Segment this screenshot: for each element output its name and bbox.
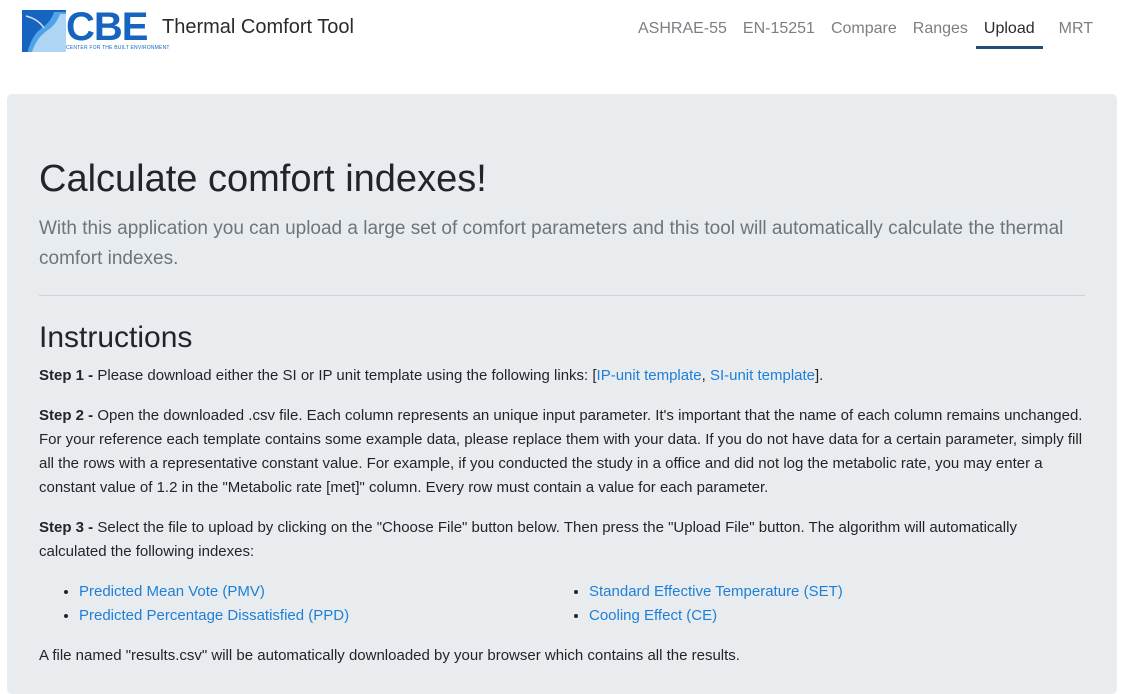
cbe-emblem-icon xyxy=(22,10,66,52)
page-title: Calculate comfort indexes! xyxy=(39,158,487,200)
main-nav: ASHRAE-55 EN-15251 Compare Ranges Upload… xyxy=(622,20,1093,49)
navbar: CBE CENTER FOR THE BUILT ENVIRONMENT The… xyxy=(0,0,1127,94)
indexes-left: Predicted Mean Vote (PMV) Predicted Perc… xyxy=(39,580,549,628)
step-1-end: ]. xyxy=(815,367,824,384)
step-1-label: Step 1 - xyxy=(39,367,94,384)
step-3-label: Step 3 - xyxy=(39,519,94,536)
step-3-text: Select the file to upload by clicking on… xyxy=(39,519,1017,560)
cbe-logo[interactable]: CBE CENTER FOR THE BUILT ENVIRONMENT xyxy=(22,5,169,54)
results-note: A file named "results.csv" will be autom… xyxy=(39,647,740,664)
nav-compare[interactable]: Compare xyxy=(831,20,897,49)
indexes-right: Standard Effective Temperature (SET) Coo… xyxy=(549,580,1059,628)
logo-text: CBE xyxy=(66,5,148,49)
nav-en-15251[interactable]: EN-15251 xyxy=(743,20,815,49)
content-panel: Calculate comfort indexes! With this app… xyxy=(7,94,1117,694)
list-item: Standard Effective Temperature (SET) xyxy=(589,580,1059,604)
brand[interactable]: CBE CENTER FOR THE BUILT ENVIRONMENT The… xyxy=(22,5,354,54)
list-item: Predicted Mean Vote (PMV) xyxy=(79,580,549,604)
step-2-label: Step 2 - xyxy=(39,407,94,424)
list-item: Predicted Percentage Dissatisfied (PPD) xyxy=(79,604,549,628)
ip-unit-template-link[interactable]: IP-unit template xyxy=(597,367,702,384)
nav-mrt[interactable]: MRT xyxy=(1059,20,1093,49)
step-1: Step 1 - Please download either the SI o… xyxy=(39,364,1085,388)
nav-ranges[interactable]: Ranges xyxy=(913,20,968,49)
logo-wordmark: CBE CENTER FOR THE BUILT ENVIRONMENT xyxy=(66,5,169,54)
logo-subtext: CENTER FOR THE BUILT ENVIRONMENT xyxy=(66,45,170,51)
pmv-link[interactable]: Predicted Mean Vote (PMV) xyxy=(79,583,265,600)
app-title[interactable]: Thermal Comfort Tool xyxy=(162,16,354,39)
nav-ashrae-55[interactable]: ASHRAE-55 xyxy=(638,20,727,49)
indexes-list: Predicted Mean Vote (PMV) Predicted Perc… xyxy=(39,580,1085,628)
step-1-text: Please download either the SI or IP unit… xyxy=(97,367,597,384)
divider xyxy=(39,295,1085,296)
ppd-link[interactable]: Predicted Percentage Dissatisfied (PPD) xyxy=(79,607,349,624)
step-1-separator: , xyxy=(701,367,710,384)
ce-link[interactable]: Cooling Effect (CE) xyxy=(589,607,717,624)
step-2: Step 2 - Open the downloaded .csv file. … xyxy=(39,404,1085,500)
step-3: Step 3 - Select the file to upload by cl… xyxy=(39,516,1085,564)
nav-upload[interactable]: Upload xyxy=(975,20,1043,49)
list-item: Cooling Effect (CE) xyxy=(589,604,1059,628)
page-lead: With this application you can upload a l… xyxy=(39,218,1064,269)
si-unit-template-link[interactable]: SI-unit template xyxy=(710,367,815,384)
step-2-text: Open the downloaded .csv file. Each colu… xyxy=(39,407,1083,496)
set-link[interactable]: Standard Effective Temperature (SET) xyxy=(589,583,843,600)
instructions-heading: Instructions xyxy=(39,321,193,354)
